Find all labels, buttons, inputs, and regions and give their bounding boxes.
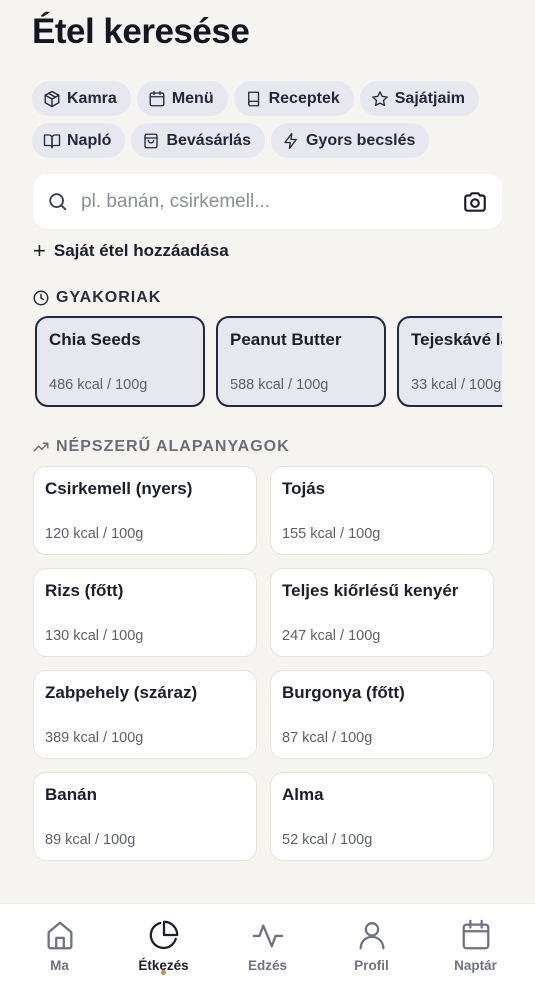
chip-bevasarlas[interactable]: Bevásárlás <box>131 123 265 158</box>
add-own-food-button[interactable]: + Saját étel hozzáadása <box>33 240 229 262</box>
calendar-icon <box>149 90 165 106</box>
add-own-food-label: Saját étel hozzáadása <box>53 241 229 260</box>
tab-label: Profil <box>354 958 389 973</box>
camera-icon <box>464 191 486 212</box>
chip-naplo[interactable]: Napló <box>32 123 126 158</box>
food-name: Zabpehely (száraz) <box>45 683 198 702</box>
food-kcal: 486 kcal / 100g <box>49 377 148 393</box>
food-kcal: 588 kcal / 100g <box>230 377 329 393</box>
frequent-heading: GYAKORIAK <box>32 289 161 307</box>
chip-kamra[interactable]: Kamra <box>32 81 131 116</box>
chip-label: Sajátjaim <box>394 89 466 107</box>
food-kcal: 89 kcal / 100g <box>45 832 136 848</box>
tab-label: Naptár <box>454 958 497 973</box>
frequent-heading-label: GYAKORIAK <box>56 289 162 306</box>
tab-ma[interactable]: Ma <box>12 918 107 1000</box>
food-name: Teljes kiőrlésű kenyér <box>282 581 459 600</box>
calendar-icon <box>462 919 489 950</box>
active-indicator-dot <box>161 970 166 975</box>
chip-receptek[interactable]: Receptek <box>233 81 354 116</box>
chip-label: Menü <box>171 89 214 107</box>
tab-profil[interactable]: Profil <box>324 918 419 1000</box>
clock-icon <box>33 290 49 306</box>
search-input[interactable] <box>81 190 462 213</box>
lightning-icon <box>284 132 297 149</box>
food-name: Burgonya (főtt) <box>282 683 405 702</box>
food-kcal: 155 kcal / 100g <box>282 526 381 542</box>
tab-edzes[interactable]: Edzés <box>220 918 315 1000</box>
popular-grid: Csirkemell (nyers) 120 kcal / 100g Tojás… <box>33 466 494 861</box>
chip-label: Napló <box>67 131 112 149</box>
frequent-carousel[interactable]: Chia Seeds 486 kcal / 100g Peanut Butter… <box>35 316 502 408</box>
bottom-tab-bar: Ma Étkezés Edzés Profil Naptár <box>0 903 535 1000</box>
camera-button[interactable] <box>462 189 488 215</box>
food-name: Tejeskávé laktózmentes <box>411 330 502 349</box>
trending-up-icon <box>33 442 49 452</box>
food-card[interactable]: Csirkemell (nyers) 120 kcal / 100g <box>33 466 257 555</box>
open-book-icon <box>43 133 61 148</box>
chip-sajatjaim[interactable]: Sajátjaim <box>359 81 480 116</box>
user-icon <box>359 922 384 950</box>
tab-etkezes[interactable]: Étkezés <box>116 918 211 1000</box>
activity-icon <box>252 924 283 948</box>
food-card[interactable]: Banán 89 kcal / 100g <box>33 772 257 861</box>
popular-heading: NÉPSZERŰ ALAPANYAGOK <box>32 438 290 456</box>
food-name: Alma <box>282 785 324 804</box>
food-card[interactable]: Tojás 155 kcal / 100g <box>270 466 494 555</box>
food-card[interactable]: Alma 52 kcal / 100g <box>270 772 494 861</box>
food-card[interactable]: Zabpehely (száraz) 389 kcal / 100g <box>33 670 257 759</box>
food-card[interactable]: Teljes kiőrlésű kenyér 247 kcal / 100g <box>270 568 494 657</box>
shortcut-chips: Kamra Menü Receptek Sajátjaim Napló Bevá… <box>32 81 512 165</box>
food-kcal: 87 kcal / 100g <box>282 730 373 746</box>
shopping-bag-icon <box>144 133 159 148</box>
food-name: Rizs (főtt) <box>45 581 124 600</box>
home-icon <box>47 921 72 950</box>
food-name: Chia Seeds <box>49 330 141 349</box>
frequent-card[interactable]: Chia Seeds 486 kcal / 100g <box>35 316 205 407</box>
book-icon <box>247 91 259 106</box>
food-kcal: 247 kcal / 100g <box>282 628 381 644</box>
box-icon <box>44 90 60 107</box>
chip-menu[interactable]: Menü <box>136 81 228 116</box>
food-name: Tojás <box>282 479 326 498</box>
food-kcal: 120 kcal / 100g <box>45 526 144 542</box>
tab-label: Ma <box>50 958 69 973</box>
tab-naptar[interactable]: Naptár <box>428 918 523 1000</box>
food-kcal: 33 kcal / 100g <box>411 377 502 393</box>
chip-label: Receptek <box>268 89 340 107</box>
search-bar <box>33 174 502 229</box>
food-name: Peanut Butter <box>230 330 342 349</box>
pie-chart-icon <box>149 920 178 950</box>
popular-heading-label: NÉPSZERŰ ALAPANYAGOK <box>56 438 290 455</box>
food-name: Banán <box>45 785 97 804</box>
chip-label: Kamra <box>67 89 117 107</box>
chip-label: Bevásárlás <box>166 131 251 149</box>
food-card[interactable]: Burgonya (főtt) 87 kcal / 100g <box>270 670 494 759</box>
food-name: Csirkemell (nyers) <box>45 479 193 498</box>
food-kcal: 389 kcal / 100g <box>45 730 144 746</box>
food-card[interactable]: Rizs (főtt) 130 kcal / 100g <box>33 568 257 657</box>
food-kcal: 52 kcal / 100g <box>282 832 373 848</box>
frequent-card[interactable]: Peanut Butter 588 kcal / 100g <box>216 316 386 407</box>
food-kcal: 130 kcal / 100g <box>45 628 144 644</box>
plus-icon: + <box>33 238 46 263</box>
page-title: Étel keresése <box>32 12 250 51</box>
frequent-card[interactable]: Tejeskávé laktózmentes 33 kcal / 100g <box>397 316 502 407</box>
search-icon <box>49 192 67 210</box>
star-icon <box>371 90 388 106</box>
chip-gyors-becsles[interactable]: Gyors becslés <box>270 123 430 158</box>
tab-label: Edzés <box>247 958 288 973</box>
chip-label: Gyors becslés <box>305 131 416 149</box>
